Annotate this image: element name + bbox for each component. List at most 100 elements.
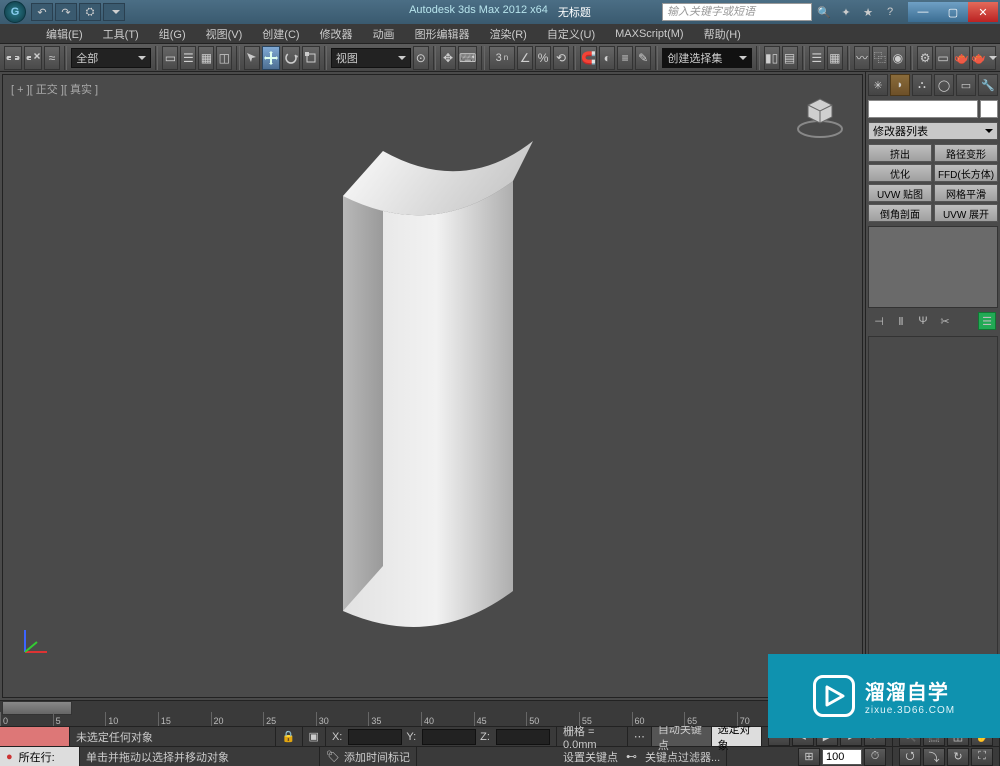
tick[interactable]: 45 [474,712,527,726]
render-production-icon[interactable]: 🫖 [953,46,970,70]
search-icon[interactable]: 🔍 [814,3,834,21]
tick[interactable]: 25 [263,712,316,726]
tab-motion-icon[interactable]: ◯ [934,74,954,96]
mod-btn-unwrap[interactable]: UVW 展开 [934,204,998,222]
qat-undo-icon[interactable]: ↶ [31,3,53,21]
z-field[interactable] [496,729,550,745]
modifier-list-dropdown[interactable]: 修改器列表 [868,122,998,140]
script-rec-indicator[interactable] [0,727,70,746]
link-icon[interactable] [4,46,22,70]
window-close-button[interactable]: ✕ [968,2,998,22]
tick[interactable]: 65 [684,712,737,726]
remove-modifier-icon[interactable]: ✂ [936,312,954,330]
render-setup-icon[interactable]: ⚙ [917,46,933,70]
app-logo-icon[interactable]: G [4,1,26,23]
mod-btn-optimize[interactable]: 优化 [868,164,932,182]
tab-display-icon[interactable]: ▭ [956,74,976,96]
tick[interactable]: 15 [158,712,211,726]
snap-toggle-icon[interactable]: 3n [489,46,516,70]
curve-editor-icon[interactable]: 〰 [854,46,870,70]
array-icon[interactable]: ▤ [782,46,798,70]
pin-stack-icon[interactable]: ⊣ [870,312,888,330]
qat-redo-icon[interactable]: ↷ [55,3,77,21]
tick[interactable]: 20 [211,712,264,726]
help-icon[interactable]: ? [880,3,900,21]
keyfilter-button[interactable]: 关键点过滤器... [645,749,720,765]
select-scale-icon[interactable] [302,46,320,70]
object-name-input[interactable] [868,100,978,118]
material-editor-icon[interactable]: ◉ [890,46,906,70]
object-color-swatch[interactable] [980,100,998,118]
refcoord-dropdown[interactable]: 视图 [331,48,411,68]
mod-btn-ffdbox[interactable]: FFD(长方体) [934,164,998,182]
tick[interactable]: 30 [316,712,369,726]
angle-snap-icon[interactable]: ∠ [517,46,533,70]
setkey-button[interactable]: 设置关键点 [563,749,618,765]
menu-group[interactable]: 组(G) [151,24,194,44]
tick[interactable]: 60 [632,712,685,726]
mod-btn-pathdeform[interactable]: 路径变形 [934,144,998,162]
render-flyout-icon[interactable]: 🫖 [972,46,996,70]
menu-tools[interactable]: 工具(T) [95,24,147,44]
time-tag-button[interactable]: 🏷添加时间标记 [320,747,417,766]
edit-selection-icon[interactable]: 🧲 [580,46,597,70]
use-center-icon[interactable]: ⊙ [413,46,429,70]
make-unique-icon[interactable]: Ψ [914,312,932,330]
tick[interactable]: 10 [105,712,158,726]
menu-grapheditors[interactable]: 图形编辑器 [407,24,478,44]
named-selection-dropdown[interactable]: 创建选择集 [662,48,752,68]
menu-create[interactable]: 创建(C) [254,24,307,44]
mirror-icon[interactable]: ◐ [599,46,615,70]
mod-btn-extrude[interactable]: 挤出 [868,144,932,162]
tick[interactable]: 50 [526,712,579,726]
x-field[interactable] [348,729,402,745]
percent-snap-icon[interactable]: % [535,46,551,70]
select-object-icon[interactable]: ▭ [162,46,178,70]
selection-filter-dropdown[interactable]: 全部 [71,48,151,68]
spinner-snap-icon[interactable]: ⟲ [553,46,569,70]
menu-animation[interactable]: 动画 [365,24,403,44]
modifier-stack[interactable] [868,226,998,308]
current-frame-field[interactable]: 100 [822,749,862,765]
timeconfig-icon[interactable]: ⊞ [798,748,820,766]
mirror-tool-icon[interactable]: ▮▯ [764,46,780,70]
keyboard-shortcut-icon[interactable]: ⌨ [458,46,477,70]
select-move-icon[interactable] [262,46,280,70]
manipulate-icon[interactable]: ✥ [440,46,456,70]
viewport[interactable]: [ + ][ 正交 ][ 真实 ] [2,74,863,698]
menu-rendering[interactable]: 渲染(R) [482,24,535,44]
mod-btn-bevelprofile[interactable]: 倒角剖面 [868,204,932,222]
menu-customize[interactable]: 自定义(U) [539,24,603,44]
menu-views[interactable]: 视图(V) [198,24,251,44]
menu-edit[interactable]: 编辑(E) [38,24,91,44]
y-field[interactable] [422,729,476,745]
menu-help[interactable]: 帮助(H) [696,24,749,44]
align-icon[interactable]: ≡ [617,46,633,70]
nav-walk-icon[interactable]: ⤵ [923,748,945,766]
menu-maxscript[interactable]: MAXScript(M) [607,26,691,42]
show-end-result-icon[interactable]: Ⅱ [892,312,910,330]
bind-spacewarp-icon[interactable]: ≈ [44,46,60,70]
layer-manager-icon[interactable]: ☰ [809,46,825,70]
select-region-icon[interactable]: ▦ [198,46,214,70]
unlink-icon[interactable] [24,46,42,70]
tab-create-icon[interactable]: ✳ [868,74,888,96]
render-frame-icon[interactable]: ▭ [935,46,951,70]
quick-align-icon[interactable]: ✎ [635,46,651,70]
tick[interactable]: 35 [368,712,421,726]
select-cursor-icon[interactable] [244,46,260,70]
key-icon[interactable]: ⊷ [626,750,637,763]
viewport-canvas[interactable] [3,75,862,697]
qat-link-icon[interactable]: ⛭ [79,3,101,21]
window-maximize-button[interactable]: ▢ [938,2,968,22]
tab-modify-icon[interactable]: ◗ [890,74,910,96]
favorite-icon[interactable]: ★ [858,3,878,21]
isolate-icon[interactable]: ▣ [303,727,326,746]
window-crossing-icon[interactable]: ◫ [216,46,232,70]
tick[interactable]: 5 [53,712,106,726]
nav-roll-icon[interactable]: ↻ [947,748,969,766]
help-community-icon[interactable]: ✦ [836,3,856,21]
mod-btn-uvwmap[interactable]: UVW 贴图 [868,184,932,202]
select-by-name-icon[interactable]: ☰ [180,46,196,70]
nav-orbit-icon[interactable]: ⭯ [899,748,921,766]
